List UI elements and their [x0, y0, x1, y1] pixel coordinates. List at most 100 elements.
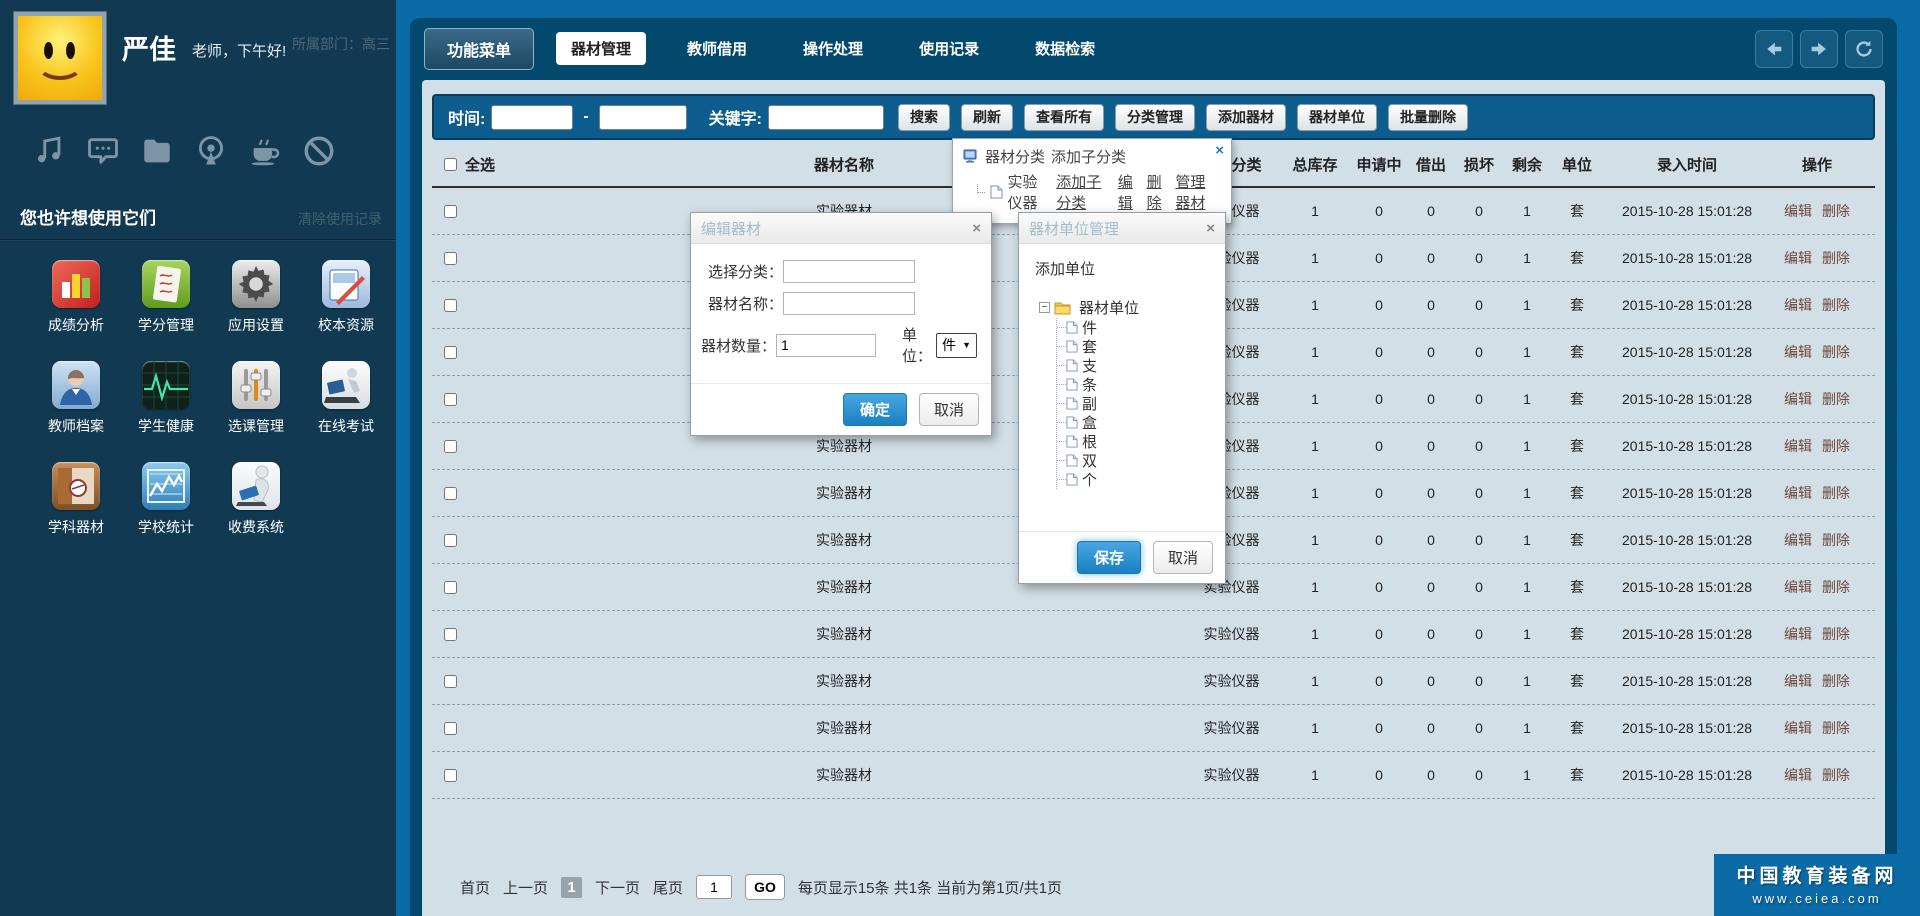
tab-equipment-management[interactable]: 器材管理 — [556, 32, 646, 65]
delete-link[interactable]: 删除 — [1822, 485, 1850, 501]
delete-link[interactable]: 删除 — [1822, 767, 1850, 783]
node-delete-link[interactable]: 删除 — [1147, 171, 1169, 213]
forward-arrow-icon[interactable] — [1800, 30, 1838, 68]
delete-link[interactable]: 删除 — [1822, 250, 1850, 266]
last-page-link[interactable]: 尾页 — [653, 877, 683, 898]
edit-link[interactable]: 编辑 — [1784, 673, 1812, 689]
edit-link[interactable]: 编辑 — [1784, 438, 1812, 454]
delete-link[interactable]: 删除 — [1822, 532, 1850, 548]
clear-history-link[interactable]: 清除使用记录 — [298, 209, 382, 229]
time-end-input[interactable] — [599, 105, 687, 130]
unit-select[interactable]: 件 ▼ — [936, 333, 977, 358]
category-node-label[interactable]: 实验仪器 — [1008, 171, 1052, 213]
node-add-subcategory-link[interactable]: 添加子分类 — [1056, 171, 1111, 213]
coffee-icon[interactable] — [246, 132, 284, 170]
row-checkbox[interactable] — [444, 440, 457, 453]
collapse-icon[interactable]: − — [1039, 302, 1050, 313]
category-field[interactable] — [783, 260, 915, 283]
tab-usage-records[interactable]: 使用记录 — [904, 32, 994, 65]
category-manage-button[interactable]: 分类管理 — [1115, 104, 1195, 131]
name-field[interactable] — [783, 292, 915, 315]
add-subcategory-link[interactable]: 添加子分类 — [1051, 146, 1126, 167]
confirm-button[interactable]: 确定 — [843, 393, 907, 426]
app-fee-system[interactable]: 收费系统 — [220, 462, 292, 537]
back-arrow-icon[interactable] — [1755, 30, 1793, 68]
delete-link[interactable]: 删除 — [1822, 391, 1850, 407]
page-number-input[interactable] — [696, 875, 732, 899]
edit-link[interactable]: 编辑 — [1784, 203, 1812, 219]
qty-field[interactable] — [776, 334, 876, 357]
row-checkbox[interactable] — [444, 393, 457, 406]
row-checkbox[interactable] — [444, 675, 457, 688]
row-checkbox[interactable] — [444, 581, 457, 594]
app-teacher-files[interactable]: 教师档案 — [40, 361, 112, 436]
row-checkbox[interactable] — [444, 346, 457, 359]
app-score-analysis[interactable]: 成绩分析 — [40, 260, 112, 335]
unit-tree-root[interactable]: − 器材单位 — [1039, 297, 1213, 318]
edit-link[interactable]: 编辑 — [1784, 391, 1812, 407]
unit-tree-item[interactable]: 根 — [1057, 432, 1213, 451]
row-checkbox[interactable] — [444, 205, 457, 218]
tab-teacher-borrow[interactable]: 教师借用 — [672, 32, 762, 65]
delete-link[interactable]: 删除 — [1822, 673, 1850, 689]
prev-page-link[interactable]: 上一页 — [503, 877, 548, 898]
close-icon[interactable]: × — [972, 220, 981, 237]
unit-tree-item[interactable]: 支 — [1057, 356, 1213, 375]
refresh-button[interactable]: 刷新 — [961, 104, 1013, 131]
go-button[interactable]: GO — [745, 874, 785, 900]
edit-link[interactable]: 编辑 — [1784, 767, 1812, 783]
view-all-button[interactable]: 查看所有 — [1024, 104, 1104, 131]
select-all-checkbox[interactable] — [444, 158, 457, 171]
row-checkbox[interactable] — [444, 252, 457, 265]
delete-link[interactable]: 删除 — [1822, 203, 1850, 219]
tab-data-search[interactable]: 数据检索 — [1020, 32, 1110, 65]
chat-icon[interactable] — [84, 132, 122, 170]
next-page-link[interactable]: 下一页 — [595, 877, 640, 898]
app-school-resources[interactable]: 校本资源 — [310, 260, 382, 335]
node-edit-link[interactable]: 编辑 — [1118, 171, 1140, 213]
ban-icon[interactable] — [300, 132, 338, 170]
app-settings[interactable]: 应用设置 — [220, 260, 292, 335]
refresh-icon[interactable] — [1845, 30, 1883, 68]
close-icon[interactable]: × — [1215, 142, 1224, 159]
equipment-unit-button[interactable]: 器材单位 — [1297, 104, 1377, 131]
function-menu-button[interactable]: 功能菜单 — [424, 28, 534, 70]
edit-link[interactable]: 编辑 — [1784, 250, 1812, 266]
row-checkbox[interactable] — [444, 628, 457, 641]
unit-tree-item[interactable]: 件 — [1057, 318, 1213, 337]
edit-link[interactable]: 编辑 — [1784, 532, 1812, 548]
row-checkbox[interactable] — [444, 487, 457, 500]
cancel-button[interactable]: 取消 — [919, 393, 979, 426]
app-credit-management[interactable]: 学分管理 — [130, 260, 202, 335]
edit-link[interactable]: 编辑 — [1784, 720, 1812, 736]
unit-tree-item[interactable]: 个 — [1057, 470, 1213, 489]
edit-link[interactable]: 编辑 — [1784, 344, 1812, 360]
user-avatar[interactable] — [14, 12, 106, 104]
row-checkbox[interactable] — [444, 299, 457, 312]
app-school-statistics[interactable]: 学校统计 — [130, 462, 202, 537]
add-equipment-button[interactable]: 添加器材 — [1206, 104, 1286, 131]
save-button[interactable]: 保存 — [1077, 541, 1141, 574]
delete-link[interactable]: 删除 — [1822, 438, 1850, 454]
node-manage-equipment-link[interactable]: 管理器材 — [1175, 171, 1219, 213]
delete-link[interactable]: 删除 — [1822, 720, 1850, 736]
delete-link[interactable]: 删除 — [1822, 297, 1850, 313]
row-checkbox[interactable] — [444, 769, 457, 782]
app-course-selection[interactable]: 选课管理 — [220, 361, 292, 436]
app-subject-equipment[interactable]: 学科器材 — [40, 462, 112, 537]
delete-link[interactable]: 删除 — [1822, 626, 1850, 642]
row-checkbox[interactable] — [444, 722, 457, 735]
unit-tree-item[interactable]: 盒 — [1057, 413, 1213, 432]
unit-tree-item[interactable]: 套 — [1057, 337, 1213, 356]
edit-link[interactable]: 编辑 — [1784, 297, 1812, 313]
app-online-exam[interactable]: 在线考试 — [310, 361, 382, 436]
batch-delete-button[interactable]: 批量删除 — [1388, 104, 1468, 131]
keyword-input[interactable] — [768, 105, 884, 130]
delete-link[interactable]: 删除 — [1822, 344, 1850, 360]
unit-tree-item[interactable]: 副 — [1057, 394, 1213, 413]
edit-link[interactable]: 编辑 — [1784, 579, 1812, 595]
folder-icon[interactable] — [138, 132, 176, 170]
unit-tree-item[interactable]: 条 — [1057, 375, 1213, 394]
time-start-input[interactable] — [491, 105, 573, 130]
add-unit-link[interactable]: 添加单位 — [1035, 258, 1213, 279]
